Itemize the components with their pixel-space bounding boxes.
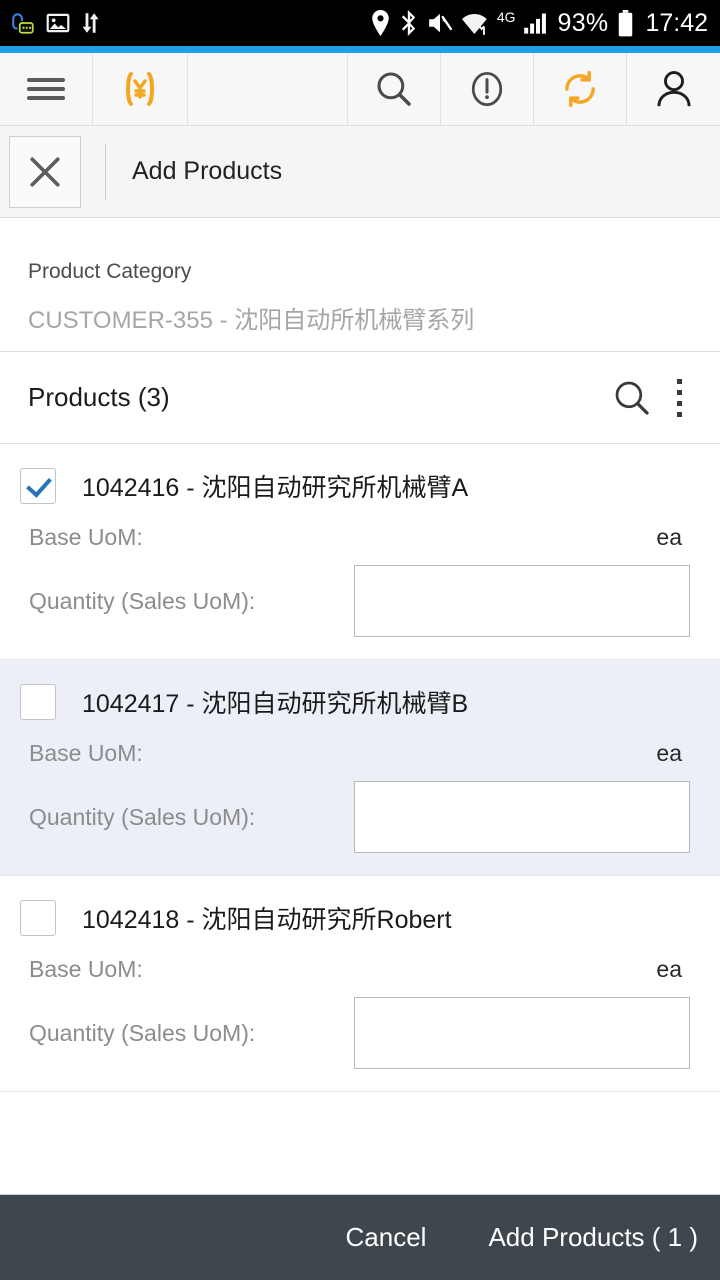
base-uom-value: ea <box>656 524 682 550</box>
page-header: Add Products <box>0 126 720 218</box>
app-toolbar <box>0 53 720 126</box>
product-category-section: Product Category CUSTOMER-355 - 沈阳自动所机械臂… <box>0 218 720 352</box>
product-category-value: CUSTOMER-355 - 沈阳自动所机械臂系列 <box>28 307 475 334</box>
product-name: 1042416 - 沈阳自动研究所机械臂A <box>82 474 469 502</box>
product-name: 1042418 - 沈阳自动研究所Robert <box>82 906 452 934</box>
quantity-line: Quantity (Sales UoM): <box>20 551 700 637</box>
speaker-mute-icon <box>428 13 452 33</box>
overflow-menu-icon <box>677 411 682 417</box>
overflow-menu-icon <box>677 389 682 395</box>
products-search-button[interactable] <box>601 378 663 418</box>
overflow-menu-icon <box>677 400 682 406</box>
network-type-label: 4G <box>496 9 516 25</box>
overflow-menu-icon <box>677 378 682 384</box>
product-row-title-line: 1042417 - 沈阳自动研究所机械臂B <box>20 684 700 720</box>
toolbar-alert-button[interactable] <box>441 53 534 125</box>
product-list-item[interactable]: 1042418 - 沈阳自动研究所Robert Base UoM: ea Qua… <box>0 876 720 1092</box>
signal-bars-icon <box>523 13 546 34</box>
quantity-input[interactable] <box>354 997 690 1069</box>
search-icon <box>377 72 411 106</box>
toolbar-spacer <box>188 53 348 125</box>
data-transfer-icon <box>82 13 99 33</box>
footer-action-bar: Cancel Add Products ( 1 ) <box>0 1194 720 1280</box>
quantity-label: Quantity (Sales UoM): <box>29 587 256 614</box>
product-list: 1042416 - 沈阳自动研究所机械臂A Base UoM: ea Quant… <box>0 444 720 1194</box>
product-name: 1042417 - 沈阳自动研究所机械臂B <box>82 690 469 718</box>
status-bar-right: 4G 93% 17:42 <box>370 8 708 37</box>
add-products-button[interactable]: Add Products ( 1 ) <box>484 1214 702 1261</box>
battery-percent-label: 93% <box>557 8 609 37</box>
quantity-line: Quantity (Sales UoM): <box>20 983 700 1069</box>
close-button[interactable] <box>9 135 81 208</box>
product-row-title-line: 1042416 - 沈阳自动研究所机械臂A <box>20 468 700 504</box>
app-screen: 4G 93% 17:42 Add Products Product Catego… <box>0 0 720 1280</box>
product-row-title-line: 1042418 - 沈阳自动研究所Robert <box>20 900 700 936</box>
base-uom-line: Base UoM: ea <box>20 740 700 767</box>
close-icon <box>30 156 60 187</box>
person-icon <box>656 71 691 107</box>
products-title: Products (3) <box>28 382 170 412</box>
battery-icon <box>619 9 633 36</box>
status-bar: 4G 93% 17:42 <box>0 0 720 46</box>
clock-label: 17:42 <box>645 8 708 37</box>
base-uom-value: ea <box>656 740 682 766</box>
product-checkbox[interactable] <box>20 684 56 720</box>
status-bar-left <box>10 10 102 36</box>
product-checkbox[interactable] <box>20 468 56 504</box>
wifi-icon <box>461 14 487 35</box>
exclamation-circle-icon <box>471 72 503 106</box>
base-uom-value: ea <box>656 956 682 982</box>
product-category-label: Product Category <box>28 260 192 283</box>
image-icon <box>46 13 70 33</box>
product-list-item[interactable]: 1042416 - 沈阳自动研究所机械臂A Base UoM: ea Quant… <box>0 444 720 660</box>
base-uom-label: Base UoM: <box>29 740 143 766</box>
product-checkbox[interactable] <box>20 900 56 936</box>
bluetooth-icon <box>401 10 415 36</box>
page-title: Add Products <box>132 157 283 185</box>
search-icon <box>615 381 649 415</box>
voicemail-message-icon <box>12 13 34 34</box>
base-uom-label: Base UoM: <box>29 524 143 550</box>
toolbar-account-button[interactable] <box>627 53 720 125</box>
quantity-label: Quantity (Sales UoM): <box>29 1019 256 1046</box>
quantity-input[interactable] <box>354 781 690 853</box>
accent-bar <box>0 46 720 53</box>
overflow-menu-button[interactable] <box>663 373 696 423</box>
sync-icon <box>565 70 595 108</box>
products-section-header: Products (3) <box>0 352 720 444</box>
base-uom-label: Base UoM: <box>29 956 143 982</box>
toolbar-sync-button[interactable] <box>534 53 627 125</box>
cancel-button[interactable]: Cancel <box>342 1214 431 1261</box>
header-divider <box>105 143 106 200</box>
hamburger-menu-icon <box>27 73 65 105</box>
quantity-label: Quantity (Sales UoM): <box>29 803 256 830</box>
base-uom-line: Base UoM: ea <box>20 524 700 551</box>
product-list-item[interactable]: 1042417 - 沈阳自动研究所机械臂B Base UoM: ea Quant… <box>0 660 720 876</box>
quantity-input[interactable] <box>354 565 690 637</box>
quantity-line: Quantity (Sales UoM): <box>20 767 700 853</box>
app-logo-icon <box>126 72 154 106</box>
toolbar-search-button[interactable] <box>348 53 441 125</box>
app-logo-button[interactable] <box>93 53 188 125</box>
base-uom-line: Base UoM: ea <box>20 956 700 983</box>
location-pin-icon <box>372 10 389 36</box>
hamburger-menu-button[interactable] <box>0 53 93 125</box>
